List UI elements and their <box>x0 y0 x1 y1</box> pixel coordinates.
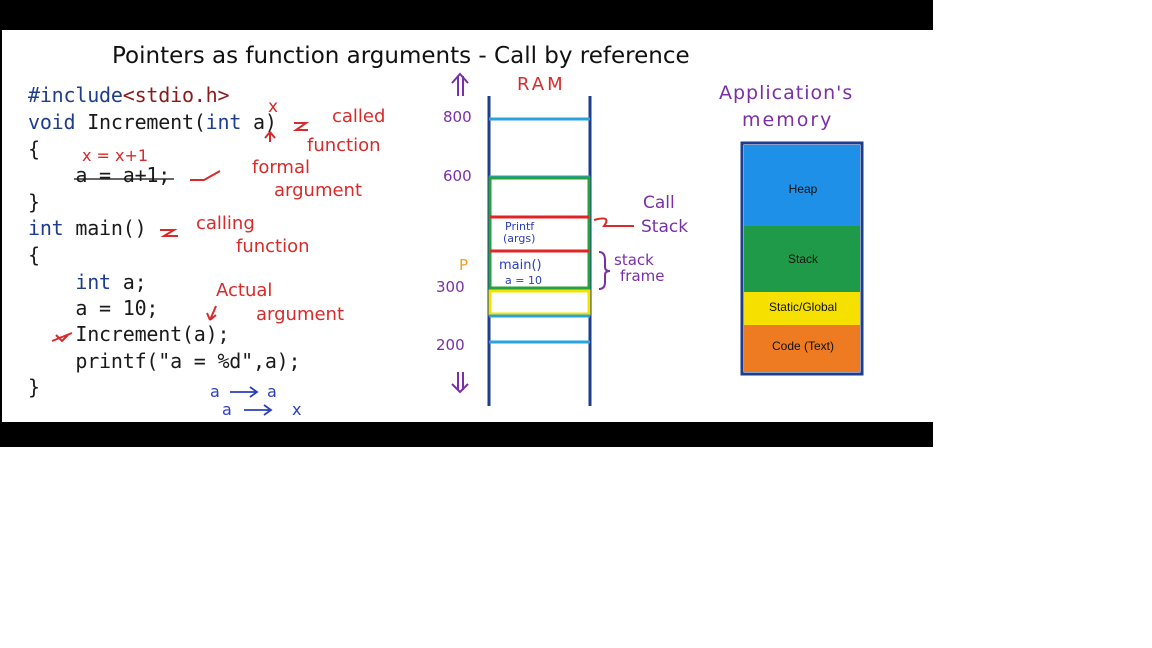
main-signature: main() <box>63 216 147 240</box>
called-label: called <box>332 106 385 127</box>
lecture-slide: Pointers as function arguments - Call by… <box>2 30 933 422</box>
int-keyword-decl: int <box>28 270 111 294</box>
down-arrow-icon <box>451 372 469 394</box>
include-directive: #include <box>28 83 123 107</box>
int-keyword: int <box>205 110 242 134</box>
slide-title: Pointers as function arguments - Call by… <box>112 43 690 69</box>
increment-signature: Increment( <box>75 110 206 134</box>
calling-mark <box>160 229 178 237</box>
map1-right: a <box>267 382 277 401</box>
param-a: a) <box>241 110 277 134</box>
up-arrow-icon <box>451 72 469 96</box>
call-stack-label-1: Call <box>643 193 675 213</box>
call-stack-label-2: Stack <box>641 217 688 237</box>
address-600: 600 <box>443 167 472 185</box>
pointer-p: P <box>459 256 468 274</box>
code-line-2: void Increment(int a) <box>28 110 277 134</box>
decl-a: a; <box>110 270 147 294</box>
address-200: 200 <box>436 336 465 354</box>
formal-label: formal <box>252 157 310 178</box>
code-text-label: Code (Text) <box>771 339 835 353</box>
argument-label-2: argument <box>256 304 344 325</box>
printf-args-label: (args) <box>503 232 535 245</box>
map2-right: x <box>292 400 301 419</box>
static-region <box>488 289 591 316</box>
map2-left: a <box>222 400 232 419</box>
include-header: <stdio.h> <box>122 83 230 107</box>
video-frame: Pointers as function arguments - Call by… <box>0 0 933 447</box>
heap-label: Heap <box>788 182 818 196</box>
code-line-10: Increment(a); <box>28 322 230 346</box>
stack-frame-label-2: frame <box>620 267 664 285</box>
argument-label-1: argument <box>274 180 362 201</box>
tick-mark <box>190 170 221 181</box>
actual-label: Actual <box>216 280 272 301</box>
code-line-5: } <box>28 190 40 214</box>
code-line-9: a = 10; <box>28 296 159 320</box>
code-line-6: int main() <box>28 216 147 240</box>
ram-label: RAM <box>517 74 566 95</box>
code-line-8: int a; <box>28 270 146 294</box>
map2-arrow-icon <box>244 404 273 416</box>
address-800: 800 <box>443 108 472 126</box>
stack-frame-brace <box>598 251 611 290</box>
code-line-3: { <box>28 137 40 161</box>
actual-arrow-icon <box>206 305 217 321</box>
code-line-4: a = a+1; <box>28 163 171 187</box>
code-line-1: #include<stdio.h> <box>28 83 230 107</box>
called-mark <box>292 122 310 131</box>
function-label-2: function <box>236 236 310 257</box>
app-memory-title-2: memory <box>742 109 833 131</box>
main-frame-label: main() <box>499 258 542 273</box>
app-memory-title-1: Application's <box>719 82 853 104</box>
stack-label: Stack <box>787 252 818 266</box>
main-var-label: a = 10 <box>505 274 542 287</box>
static-global-label: Static/Global <box>768 300 838 314</box>
int-keyword-main: int <box>28 216 64 240</box>
map1-arrow-icon <box>230 386 259 398</box>
code-line-12: } <box>28 375 40 399</box>
address-300: 300 <box>436 278 465 296</box>
void-keyword: void <box>28 110 76 134</box>
function-label-1: function <box>307 135 381 156</box>
map1-left: a <box>210 382 220 401</box>
call-stack-pointer <box>593 217 634 227</box>
code-line-7: { <box>28 243 40 267</box>
code-line-11: printf("a = %d",a); <box>28 349 301 373</box>
calling-label: calling <box>196 213 255 234</box>
